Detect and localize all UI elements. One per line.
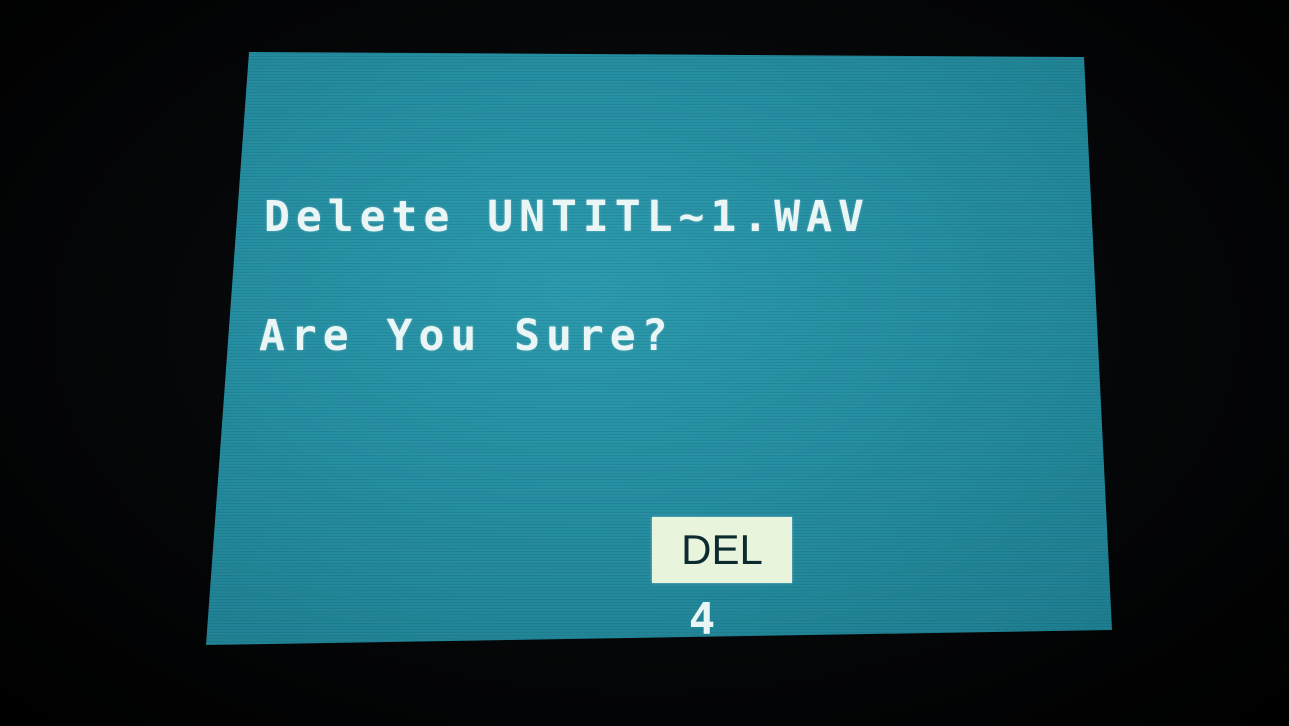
delete-softkey-button[interactable]: DEL	[652, 517, 792, 583]
confirmation-question: Are You Sure?	[259, 311, 674, 361]
delete-file-prompt: Delete UNTITL~1.WAV	[264, 192, 870, 242]
